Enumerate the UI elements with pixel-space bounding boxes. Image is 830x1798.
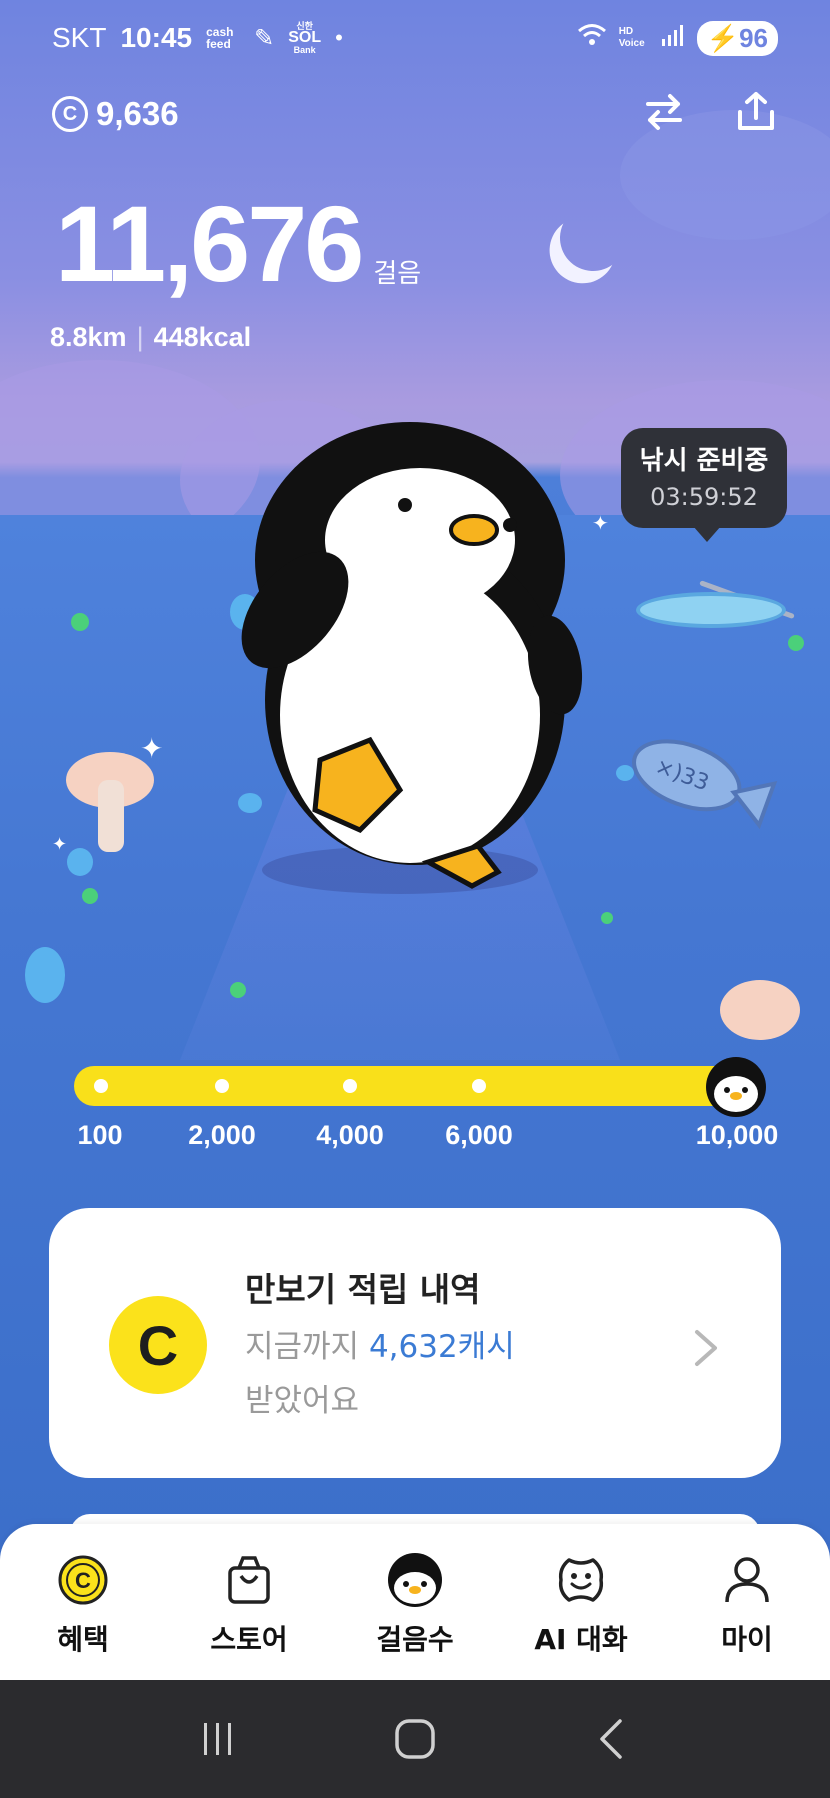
mushroom-icon [720,980,800,1040]
progress-labels: 100 2,000 4,000 6,000 10,000 [0,1120,830,1160]
fishing-status-title: 낚시 준비중 [639,446,769,476]
tab-label: 스토어 [210,1623,288,1656]
swap-arrows-icon[interactable] [642,90,686,134]
sol-bank-notification-icon: 신한 SOL Bank [288,21,322,55]
earned-cash-amount: 4,632캐시 [368,1329,515,1365]
star-sparkle-icon: ✦ [592,511,609,535]
coin-balance[interactable]: C 9,636 [52,95,179,133]
coin-icon: C [52,96,88,132]
activity-stats: 8.8km | 448kcal [50,322,251,353]
card-desc-suffix: 받았어요 [245,1383,360,1419]
progress-milestone-dot [343,1079,357,1093]
tab-label: 혜택 [57,1623,109,1656]
card-description: 지금까지 4,632캐시 받았어요 [245,1320,575,1428]
sparkle-dot [601,912,613,924]
walking-notification-icon: ✎ [254,24,275,52]
calories-value: 448kcal [153,322,252,352]
tab-store[interactable]: 스토어 [166,1524,332,1680]
home-button[interactable] [385,1709,445,1769]
star-sparkle-icon: ✦ [140,732,163,765]
tab-label: AI 대화 [534,1623,628,1656]
carrier-label: SKT [52,22,107,53]
tab-label: 걸음수 [376,1623,454,1656]
milestone-label: 100 [77,1120,123,1150]
card-desc-prefix: 지금까지 [245,1329,369,1365]
hd-voice-icon: HD Voice [618,26,645,49]
milestone-label: 6,000 [445,1120,513,1150]
clock: 10:45 [120,22,193,53]
water-drop-icon [616,765,634,781]
progress-milestone-dot [94,1079,108,1093]
more-notifications-dot: • [335,25,343,50]
step-count-value: 11,676 [55,183,364,304]
tab-steps[interactable]: 걸음수 [332,1524,498,1680]
mushroom-icon [66,752,154,852]
star-sparkle-icon: ✦ [52,834,67,855]
tab-label: 마이 [721,1623,773,1656]
tab-benefits[interactable]: C 혜택 [0,1524,166,1680]
battery-indicator: ⚡96 [696,20,778,56]
fishing-status-tooltip[interactable]: 낚시 준비중 03:59:52 [621,428,787,542]
distance-value: 8.8km [50,322,127,352]
progress-milestone-dot [472,1079,486,1093]
cashfeed-notification-icon: cash feed [206,25,234,51]
water-drop-icon [238,793,262,813]
milestone-label: 4,000 [316,1120,384,1150]
water-drop-icon [67,848,93,876]
smile-chat-icon [551,1550,611,1610]
sparkle-dot [788,635,804,651]
person-icon [717,1550,777,1610]
milestone-label: 10,000 [695,1120,779,1150]
coin-icon: C [53,1550,113,1610]
bottom-tab-bar: C 혜택 스토어 걸음수 AI 대화 마이 [0,1524,830,1680]
progress-milestone-dot [215,1079,229,1093]
step-count-unit: 걸음 [373,259,422,289]
penguin-icon [385,1550,445,1610]
recent-apps-button[interactable] [188,1709,248,1769]
ice-fishing-hole [636,592,786,628]
water-drop-icon [25,947,65,1003]
milestone-label: 2,000 [188,1120,256,1150]
fishing-countdown: 03:59:52 [650,483,758,511]
penguin-avatar-icon [706,1057,766,1117]
shopping-bag-icon [219,1550,279,1610]
system-navigation-bar [0,1680,830,1798]
sparkle-dot [71,613,89,631]
coin-balance-value: 9,636 [96,95,179,132]
chevron-right-icon [695,1330,717,1366]
tab-ai-chat[interactable]: AI 대화 [498,1524,664,1680]
step-reward-history-card[interactable]: C 만보기 적립 내역 지금까지 4,632캐시 받았어요 [49,1208,781,1478]
svg-text:C: C [75,1568,91,1593]
signal-icon [661,22,685,54]
card-title: 만보기 적립 내역 [245,1270,481,1309]
fish-icon: ×)33 [632,739,778,830]
penguin-character-icon [241,422,583,894]
status-bar: SKT 10:45 cash feed ✎ 신한 SOL Bank • HD V… [52,18,778,58]
back-button[interactable] [582,1709,642,1769]
step-count: 11,676 걸음 [55,190,421,298]
tab-my[interactable]: 마이 [664,1524,830,1680]
stats-divider: | [136,322,144,352]
cash-coin-icon: C [109,1296,207,1394]
step-progress-bar [74,1066,764,1106]
share-icon[interactable] [734,90,778,134]
wifi-icon [577,22,607,55]
sparkle-dot [82,888,98,904]
sparkle-dot [230,982,246,998]
